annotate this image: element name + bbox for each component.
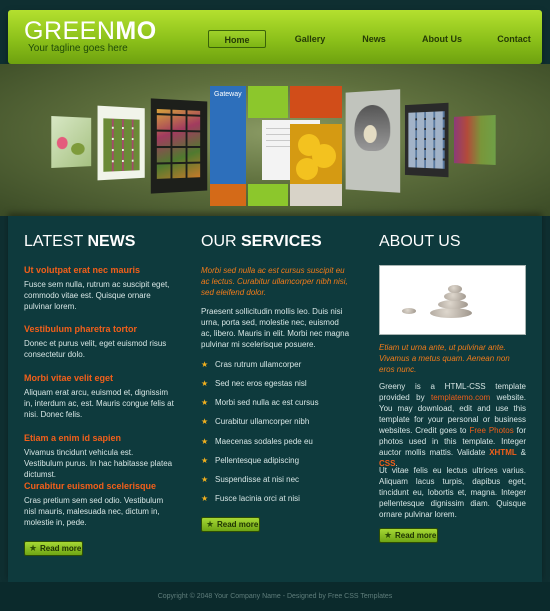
service-item-label: Morbi sed nulla ac est cursus: [215, 398, 319, 407]
service-item-label: Suspendisse at nisi nec: [215, 475, 300, 484]
about-read-more-button[interactable]: ★ Read more: [379, 528, 438, 543]
about-read-more-label: Read more: [395, 531, 437, 540]
news-title-1[interactable]: Ut volutpat erat nec mauris: [24, 265, 140, 275]
about-intro: Etiam ut urna ante, ut pulvinar ante. Vi…: [379, 343, 510, 374]
about-stones-image: [379, 265, 526, 335]
showcase-tile-green-2: [248, 184, 288, 206]
service-item-label: Cras rutrum ullamcorper: [215, 360, 302, 369]
news-body-4: Vivamus tincidunt vehicula est. Vestibul…: [24, 448, 173, 479]
services-read-more-label: Read more: [217, 520, 259, 529]
news-body-2: Donec et purus velit, eget euismod risus…: [24, 339, 167, 359]
latest-news-heading-light: LATEST: [24, 233, 88, 250]
our-services-heading-bold: SERVICES: [241, 233, 322, 250]
service-item-label: Curabitur ullamcorper nibh: [215, 417, 310, 426]
service-item[interactable]: ★ Morbi sed nulla ac est cursus: [201, 397, 319, 409]
showcase-tile-green: [248, 86, 288, 118]
latest-news-heading-bold: NEWS: [87, 233, 136, 250]
service-item-label: Sed nec eros egestas nisl: [215, 379, 307, 388]
service-item[interactable]: ★ Suspendisse at nisi nec: [201, 474, 299, 486]
services-read-more-button[interactable]: ★ Read more: [201, 517, 260, 532]
showcase-thumb-yellow-flower[interactable]: [290, 124, 342, 190]
services-paragraph: Praesent sollicitudin mollis leo. Duis n…: [201, 307, 350, 349]
showcase-tile-grey: [290, 184, 342, 206]
service-item[interactable]: ★ Sed nec eros egestas nisl: [201, 378, 307, 390]
service-item[interactable]: ★ Fusce lacinia orci at nisi: [201, 493, 300, 505]
news-title-5[interactable]: Curabitur euismod scelerisque: [24, 481, 156, 491]
nav-home[interactable]: Home: [208, 30, 266, 48]
showcase-thumb-parrot[interactable]: [345, 89, 401, 193]
site-footer: Copyright © 2048 Your Company Name - Des…: [0, 582, 550, 611]
services-intro: Morbi sed nulla ac est cursus suscipit e…: [201, 266, 348, 297]
xhtml-link[interactable]: XHTML: [489, 448, 517, 457]
templatemo-link[interactable]: templatemo.com: [431, 393, 490, 402]
star-icon: ★: [201, 475, 209, 484]
site-header: GREENMO Your tagline goes here Home Gall…: [8, 10, 542, 64]
service-item[interactable]: ★ Maecenas sodales pede eu: [201, 436, 313, 448]
showcase-thumb-colorful[interactable]: [454, 115, 496, 165]
star-icon: ★: [201, 494, 209, 503]
star-icon: ★: [29, 543, 38, 553]
news-title-3[interactable]: Morbi vitae velit eget: [24, 373, 113, 383]
about-us-heading: ABOUT US: [379, 233, 461, 250]
news-title-2[interactable]: Vestibulum pharetra tortor: [24, 324, 137, 334]
star-icon: ★: [201, 417, 209, 426]
site-logo[interactable]: GREENMO: [24, 17, 157, 46]
news-title-4[interactable]: Etiam a enim id sapien: [24, 433, 121, 443]
service-item[interactable]: ★ Pellentesque adipiscing: [201, 455, 299, 467]
news-body-3: Aliquam erat arcu, euismod et, dignissim…: [24, 388, 174, 419]
latest-news-heading: LATEST NEWS: [24, 233, 135, 251]
our-services-heading-light: OUR: [201, 233, 241, 250]
news-read-more-label: Read more: [40, 544, 82, 553]
logo-text-mo: MO: [115, 17, 157, 45]
nav-gallery[interactable]: Gallery: [280, 30, 340, 48]
free-photos-link[interactable]: Free Photos: [469, 426, 513, 435]
nav-contact[interactable]: Contact: [480, 30, 548, 48]
our-services-heading: OUR SERVICES: [201, 233, 322, 251]
star-icon: ★: [201, 398, 209, 407]
service-item-label: Fusce lacinia orci at nisi: [215, 494, 300, 503]
showcase-tile-orange: [210, 184, 246, 206]
nav-about-us[interactable]: About Us: [408, 30, 476, 48]
service-item[interactable]: ★ Curabitur ullamcorper nibh: [201, 416, 309, 428]
star-icon: ★: [201, 360, 209, 369]
service-item-label: Pellentesque adipiscing: [215, 456, 300, 465]
main-content: LATEST NEWS Ut volutpat erat nec mauris …: [8, 216, 542, 582]
showcase-thumb-garden[interactable]: [51, 116, 92, 168]
star-icon: ★: [201, 379, 209, 388]
news-body-1: Fusce sem nulla, rutrum ac suscipit eget…: [24, 280, 170, 311]
service-item[interactable]: ★ Cras rutrum ullamcorper: [201, 359, 301, 371]
about-p1-and: &: [516, 448, 526, 457]
service-item-label: Maecenas sodales pede eu: [215, 437, 313, 446]
showcase-thumb-flowers-gallery[interactable]: [150, 98, 208, 194]
showcase-thumb-plants[interactable]: [97, 105, 145, 181]
star-icon: ★: [206, 519, 215, 529]
footer-copyright: Copyright © 2048 Your Company Name - Des…: [157, 593, 393, 600]
star-icon: ★: [201, 437, 209, 446]
news-body-5: Cras pretium sem sed odio. Vestibulum ni…: [24, 496, 164, 527]
showcase-thumb-dark-gallery[interactable]: [404, 102, 449, 178]
main-nav: Home Gallery News About Us Contact: [208, 30, 548, 52]
site-tagline: Your tagline goes here: [28, 43, 128, 54]
star-icon: ★: [384, 530, 393, 540]
showcase-tile-red: [290, 86, 342, 118]
nav-news[interactable]: News: [344, 30, 404, 48]
gateway-label: Gateway: [214, 91, 242, 98]
news-read-more-button[interactable]: ★ Read more: [24, 541, 83, 556]
star-icon: ★: [201, 456, 209, 465]
logo-text-green: GREEN: [24, 17, 116, 45]
about-paragraph-2: Ut vitae felis eu lectus ultrices varius…: [379, 466, 526, 519]
about-paragraph-1: Greeny is a HTML-CSS template provided b…: [379, 381, 526, 469]
hero-showcase: Gateway: [0, 64, 550, 216]
